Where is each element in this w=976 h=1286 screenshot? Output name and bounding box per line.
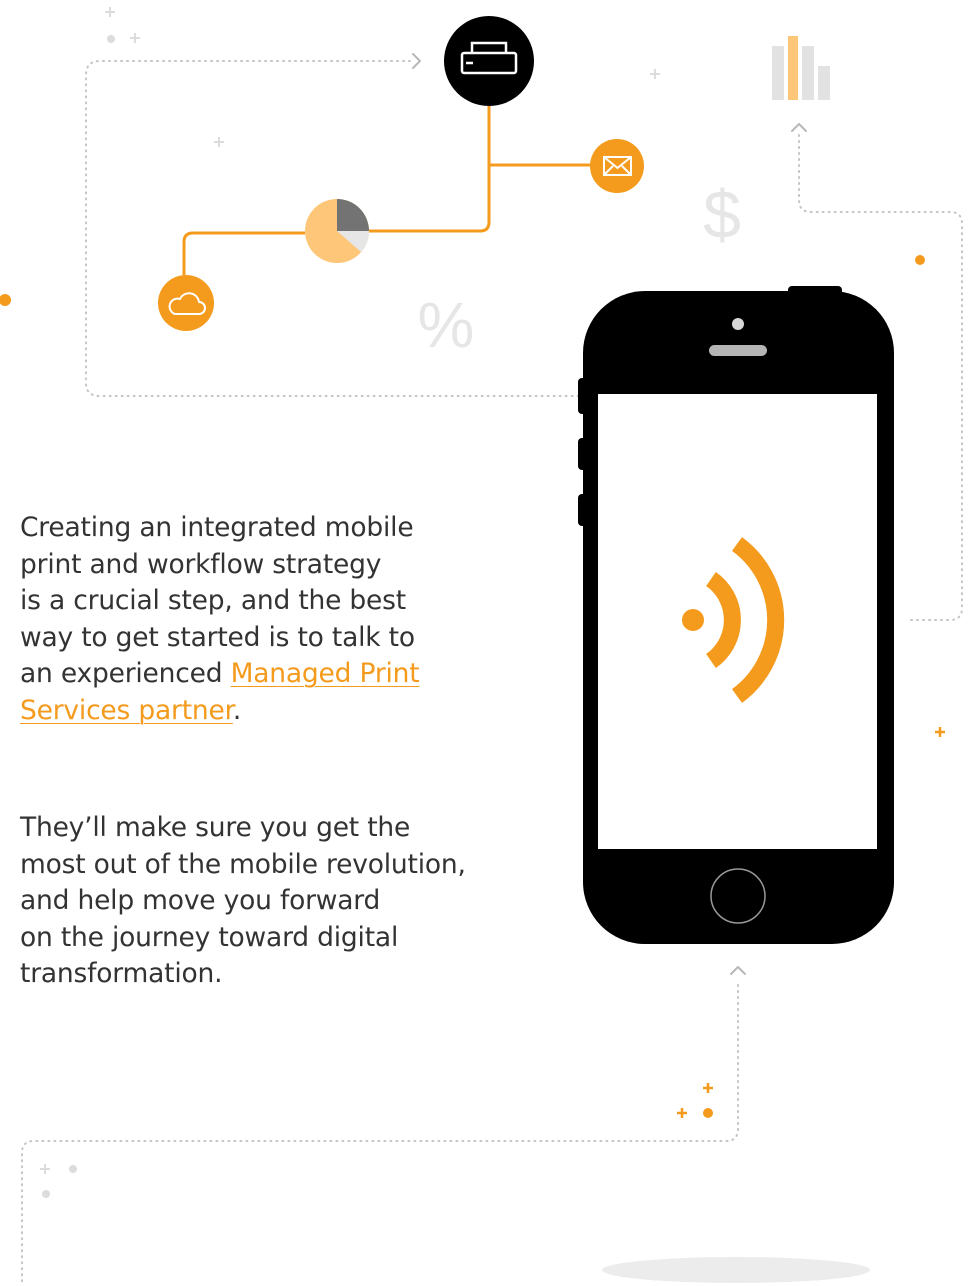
accent-dot (703, 1108, 713, 1118)
accent-dot (915, 255, 925, 265)
envelope-node (590, 139, 644, 193)
dotted-path-bottom (21, 984, 739, 1286)
printer-node (444, 16, 534, 106)
smartphone (578, 286, 894, 944)
percent-symbol: % (418, 289, 475, 361)
front-camera (732, 318, 744, 330)
text-line: They’ll make sure you get the (20, 812, 411, 843)
intro-paragraph: Creating an integrated mobile print and w… (20, 510, 490, 729)
cloud-node (158, 275, 214, 331)
phone-shadow (602, 1257, 870, 1283)
text-line: is a crucial step, and the best (20, 585, 406, 616)
accent-plus (677, 1108, 687, 1118)
chevron-up-icon (791, 123, 807, 132)
earpiece-speaker (709, 345, 767, 356)
pie-chart-icon (305, 199, 369, 263)
chevron-up-icon (730, 966, 746, 975)
text-line: an experienced (20, 658, 231, 689)
bar-chart-icon (772, 36, 830, 100)
dollar-symbol: $ (703, 177, 741, 253)
workflow-connector-lines (182, 98, 590, 275)
text-line: . (232, 694, 242, 726)
closing-paragraph: They’ll make sure you get the most out of… (20, 810, 490, 993)
text-line: most out of the mobile revolution, (20, 848, 466, 880)
accent-dot (0, 294, 11, 306)
text-line: transformation. (20, 958, 223, 989)
text-line: and help move you forward (20, 885, 381, 916)
accent-plus (703, 1083, 713, 1093)
chevron-right-icon (412, 53, 421, 69)
text-line: print and workflow strategy (20, 548, 382, 580)
text-line: way to get started is to talk to (20, 621, 415, 653)
text-line: on the journey toward digital (20, 921, 399, 953)
text-line: Creating an integrated mobile (20, 512, 414, 543)
accent-plus (935, 727, 945, 737)
